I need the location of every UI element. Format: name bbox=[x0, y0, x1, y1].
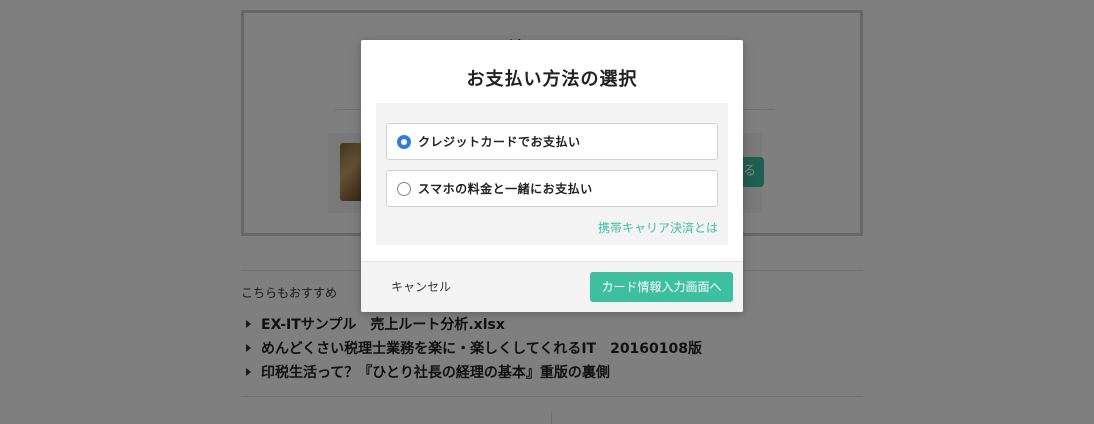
payment-method-modal: お支払い方法の選択 クレジットカードでお支払い スマホの料金と一緒にお支払い 携… bbox=[361, 40, 743, 312]
cancel-button[interactable]: キャンセル bbox=[379, 272, 463, 302]
payment-option-carrier[interactable]: スマホの料金と一緒にお支払い bbox=[386, 170, 718, 207]
payment-option-label: クレジットカードでお支払い bbox=[418, 135, 581, 149]
radio-selected-icon[interactable] bbox=[397, 134, 411, 149]
payment-option-credit-card[interactable]: クレジットカードでお支払い bbox=[386, 123, 718, 160]
payment-option-label: スマホの料金と一緒にお支払い bbox=[418, 182, 593, 196]
carrier-billing-info-link[interactable]: 携帯キャリア決済とは bbox=[598, 219, 718, 236]
proceed-to-card-entry-button[interactable]: カード情報入力画面へ bbox=[590, 272, 733, 302]
payment-options-panel: クレジットカードでお支払い スマホの料金と一緒にお支払い 携帯キャリア決済とは bbox=[376, 103, 728, 245]
modal-title: お支払い方法の選択 bbox=[466, 69, 638, 90]
radio-unselected-icon[interactable] bbox=[397, 181, 411, 196]
modal-footer: キャンセル カード情報入力画面へ bbox=[361, 261, 743, 312]
